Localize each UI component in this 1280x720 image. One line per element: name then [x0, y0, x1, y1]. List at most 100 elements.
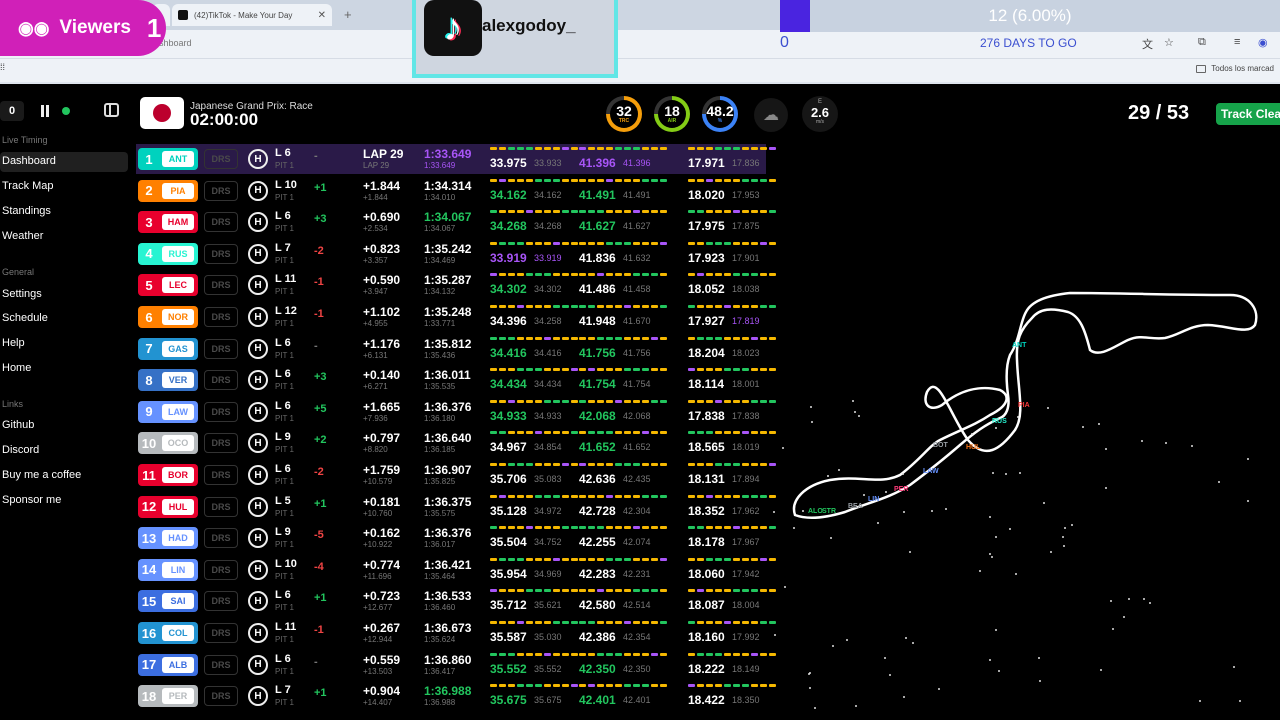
minisector-marker — [642, 241, 649, 245]
minisector-marker — [633, 463, 640, 466]
minisector-marker — [579, 431, 586, 435]
sidebar-item-settings[interactable]: Settings — [0, 285, 128, 305]
sector-3-time: 17.975 — [688, 219, 725, 234]
sector-3-time: 18.087 — [688, 598, 725, 613]
minisector-marker — [733, 305, 740, 308]
pause-icon[interactable] — [40, 105, 50, 117]
sector-2: 41.836 41.632 — [579, 239, 667, 269]
sector-1-best: 34.854 — [534, 442, 562, 453]
minisector-marker — [760, 494, 767, 498]
reading-list-icon[interactable]: ≡ — [1234, 36, 1240, 48]
extensions-icon[interactable]: ⧉ — [1198, 36, 1206, 49]
minisector-marker — [724, 652, 731, 656]
driver-row[interactable]: 1 ANT DRS H L 6 PIT 1 - LAP 29 LAP 29 1:… — [136, 144, 776, 174]
tab-close-icon[interactable]: ✕ — [318, 10, 326, 21]
driver-row[interactable]: 13 HAD DRS H L 9 PIT 1 -5 +0.162 +10.922… — [136, 523, 776, 553]
driver-row[interactable]: 10 OCO DRS H L 9 PIT 1 +2 +0.797 +8.820 … — [136, 428, 776, 458]
address-bar[interactable] — [0, 30, 1280, 58]
sidebar-item-home[interactable]: Home — [0, 359, 128, 379]
minisector-marker — [706, 494, 713, 498]
minisector-marker — [624, 494, 631, 498]
delay-counter[interactable]: 0 — [0, 101, 24, 121]
all-bookmarks-label: Todos los marcad — [1211, 64, 1274, 73]
driver-row[interactable]: 4 RUS DRS H L 7 PIT 1 -2 +0.823 +3.357 1… — [136, 239, 776, 269]
sidebar-item-help[interactable]: Help — [0, 334, 128, 354]
sector-3-time: 18.060 — [688, 566, 725, 581]
sidebar-toggle-icon[interactable] — [104, 103, 119, 117]
minisector-marker — [571, 305, 578, 308]
minisector-marker — [688, 305, 695, 308]
driver-row[interactable]: 6 NOR DRS H L 12 PIT 1 -1 +1.102 +4.955 … — [136, 302, 776, 332]
minisector-marker — [517, 210, 524, 214]
sector-2: 42.283 42.231 — [579, 555, 667, 585]
minisector-marker — [615, 178, 622, 182]
bookmark-star-icon[interactable]: ☆ — [1164, 36, 1174, 49]
gauge-label: AIR — [667, 117, 677, 124]
minisector-marker — [624, 589, 631, 593]
sidebar-item-dashboard[interactable]: Dashboard — [0, 152, 128, 172]
all-bookmarks-button[interactable]: Todos los marcad — [1196, 64, 1274, 73]
sidebar-item-github[interactable]: Github — [0, 416, 128, 436]
position-badge: 3 HAM — [138, 211, 198, 234]
driver-code: PER — [162, 688, 194, 705]
sector-1-best: 35.621 — [534, 600, 562, 611]
sidebar-item-track-map[interactable]: Track Map — [0, 177, 128, 197]
driver-row[interactable]: 5 LEC DRS H L 11 PIT 1 -1 +0.590 +3.947 … — [136, 270, 776, 300]
sidebar-item-weather[interactable]: Weather — [0, 227, 128, 247]
background-star — [802, 510, 804, 512]
minisector-marker — [633, 684, 640, 688]
sidebar-item-standings[interactable]: Standings — [0, 202, 128, 222]
driver-code: RUS — [162, 245, 194, 262]
minisector-marker — [660, 463, 667, 466]
translate-icon[interactable]: 文 — [1142, 36, 1153, 52]
driver-row[interactable]: 11 BOR DRS H L 6 PIT 1 -2 +1.759 +10.579… — [136, 460, 776, 490]
position-change: +3 — [314, 213, 327, 226]
tiktok-overlay: ♪ alexgodoy_ — [412, 0, 618, 78]
driver-row[interactable]: 15 SAI DRS H L 6 PIT 1 +1 +0.723 +12.677… — [136, 586, 776, 616]
profile-icon[interactable]: ◉ — [1258, 36, 1268, 49]
minisector-marker — [544, 147, 551, 150]
minisector-marker — [535, 431, 542, 435]
sector-3: 18.052 18.038 — [688, 270, 776, 300]
driver-row[interactable]: 14 LIN DRS H L 10 PIT 1 -4 +0.774 +11.69… — [136, 555, 776, 585]
minisector-marker — [642, 621, 649, 624]
minisector-marker — [588, 368, 595, 372]
minisector-marker — [597, 178, 604, 182]
minisector-marker — [633, 494, 640, 498]
new-tab-button[interactable]: + — [344, 7, 352, 22]
sector-2-time: 42.068 — [579, 408, 616, 423]
minisector-marker — [517, 241, 524, 245]
driver-row[interactable]: 17 ALB DRS H L 6 PIT 1 - +0.559 +13.503 … — [136, 650, 776, 680]
sector-2-best: 42.068 — [623, 410, 651, 421]
sidebar-item-schedule[interactable]: Schedule — [0, 309, 128, 329]
tyre-compound-icon: H — [248, 686, 268, 707]
minisector-marker — [571, 210, 578, 214]
sidebar-item-buy-me-a-coffee[interactable]: Buy me a coffee — [0, 466, 128, 486]
minisector-marker — [633, 589, 640, 593]
minisector-marker — [633, 399, 640, 403]
sector-3: 18.178 17.967 — [688, 523, 776, 553]
driver-row[interactable]: 12 HUL DRS H L 5 PIT 1 +1 +0.181 +10.760… — [136, 492, 776, 522]
driver-row[interactable]: 8 VER DRS H L 6 PIT 1 +3 +0.140 +6.271 1… — [136, 365, 776, 395]
sector-3-time: 17.971 — [688, 156, 725, 170]
sidebar-item-discord[interactable]: Discord — [0, 441, 128, 461]
minisector-marker — [553, 210, 560, 214]
driver-row[interactable]: 18 PER DRS H L 7 PIT 1 +1 +0.904 +14.407… — [136, 681, 776, 711]
driver-row[interactable]: 7 GAS DRS H L 6 PIT 1 - +1.176 +6.131 1:… — [136, 334, 776, 364]
minisector-marker — [751, 399, 758, 403]
tab-tiktok[interactable]: (42)TikTok - Make Your Day ✕ — [172, 4, 332, 26]
minisector-marker — [508, 399, 515, 403]
driver-row[interactable]: 9 LAW DRS H L 6 PIT 1 +5 +1.665 +7.936 1… — [136, 397, 776, 427]
best-lap-time: 1:34.132 — [424, 287, 456, 297]
driver-row[interactable]: 16 COL DRS H L 11 PIT 1 -1 +0.267 +12.94… — [136, 618, 776, 648]
sidebar-item-sponsor-me[interactable]: Sponsor me — [0, 491, 128, 511]
minisector-marker — [624, 463, 631, 466]
driver-code: GAS — [162, 340, 194, 357]
driver-row[interactable]: 2 PIA DRS H L 10 PIT 1 +1 +1.844 +1.844 … — [136, 176, 776, 206]
minisector-marker — [553, 526, 560, 530]
minisector-marker — [526, 147, 533, 150]
tyre-laps: L 9 — [275, 431, 291, 444]
apps-grid-icon[interactable]: ⁞⁞ — [0, 62, 6, 72]
sector-1-best: 35.552 — [534, 663, 562, 674]
driver-row[interactable]: 3 HAM DRS H L 6 PIT 1 +3 +0.690 +2.534 1… — [136, 207, 776, 237]
